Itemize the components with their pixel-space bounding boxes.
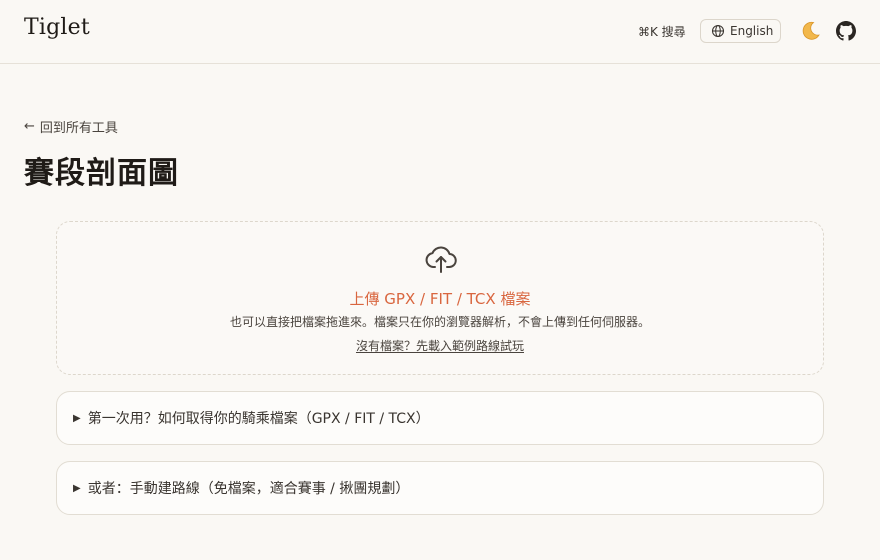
accordion-label: 或者：手動建路線（免檔案，適合賽事 / 揪團規劃） <box>87 481 410 497</box>
logo[interactable]: Tiglet <box>24 15 90 40</box>
language-button[interactable]: English <box>700 19 781 43</box>
language-label: English <box>730 24 774 38</box>
top-bar: Tiglet ⌘K 搜尋 English <box>0 0 880 64</box>
arrow-left-icon: ← <box>24 119 35 134</box>
search-button[interactable]: ⌘K 搜尋 <box>638 23 686 40</box>
upload-dropzone[interactable]: 上傳 GPX / FIT / TCX 檔案 也可以直接把檔案拖進來。檔案只在你的… <box>56 221 824 375</box>
load-sample-link-label[interactable]: 沒有檔案？先載入範例路線試玩 <box>356 339 524 353</box>
back-link-label: 回到所有工具 <box>39 121 118 136</box>
back-link[interactable]: ← 回到所有工具 <box>24 117 118 136</box>
accordion-label: 第一次用？如何取得你的騎乘檔案（GPX / FIT / TCX） <box>87 411 430 427</box>
accordion-get-ride-file[interactable]: ▶ 第一次用？如何取得你的騎乘檔案（GPX / FIT / TCX） <box>56 391 824 445</box>
globe-icon <box>711 24 725 38</box>
load-sample-link: 沒有檔案？先載入範例路線試玩 <box>57 337 823 354</box>
upload-description: 也可以直接把檔案拖進來。檔案只在你的瀏覽器解析，不會上傳到任何伺服器。 <box>229 315 650 329</box>
caret-right-icon: ▶ <box>73 482 81 494</box>
cloud-upload-icon <box>425 246 457 273</box>
page-title: 賽段剖面圖 <box>24 156 179 191</box>
github-icon[interactable] <box>836 21 856 41</box>
accordion-manual-route[interactable]: ▶ 或者：手動建路線（免檔案，適合賽事 / 揪團規劃） <box>56 461 824 515</box>
caret-right-icon: ▶ <box>73 412 81 424</box>
moon-icon[interactable] <box>799 20 821 42</box>
upload-title[interactable]: 上傳 GPX / FIT / TCX 檔案 <box>57 288 823 309</box>
